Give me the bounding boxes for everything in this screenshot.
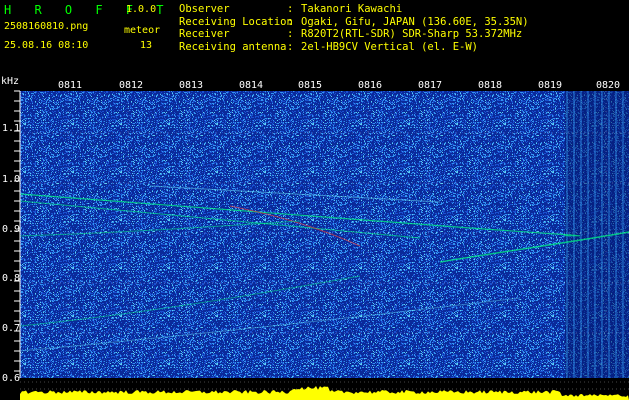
meteor-label: meteor — [124, 25, 161, 36]
station-info: Observer : Takanori Kawachi Receiving Lo… — [179, 3, 529, 53]
y-tick-label: 1.1 — [2, 123, 21, 134]
image-filename: 2508160810.png — [4, 21, 89, 32]
info-separator: : — [287, 15, 294, 28]
x-tick-label: 0819 — [538, 80, 563, 91]
x-tick-label: 0814 — [239, 80, 264, 91]
x-tick-label: 0811 — [58, 80, 83, 91]
y-tick-label: 0.9 — [2, 224, 21, 235]
vertical-stripe — [580, 91, 582, 378]
y-tick-label: 0.8 — [2, 273, 21, 284]
info-value: Takanori Kawachi — [301, 3, 403, 15]
vertical-stripe — [573, 91, 575, 378]
spectrogram-panel: kHz 1.1 1.0 0.9 0.8 0.7 0.6 0811 0812 08… — [0, 76, 629, 400]
info-value: Ogaki, Gifu, JAPAN (136.60E, 35.35N) — [301, 15, 529, 28]
x-tick-label: 0817 — [418, 80, 443, 91]
x-tick-label: 0812 — [119, 80, 144, 91]
info-key: Receiver — [179, 28, 230, 40]
info-row-antenna: Receiving antenna : 2el-HB9CV Vertical (… — [179, 41, 529, 54]
x-tick-label: 0813 — [179, 80, 204, 91]
vertical-stripe — [594, 91, 596, 378]
info-value: 2el-HB9CV Vertical (el. E-W) — [301, 40, 479, 53]
x-tick-label: 0816 — [358, 80, 383, 91]
y-tick-label: 0.6 — [2, 373, 21, 384]
amplitude-strip — [20, 386, 629, 400]
y-tick-label: 0.7 — [2, 323, 21, 334]
vertical-stripe — [601, 91, 603, 378]
vertical-stripe — [608, 91, 610, 378]
info-key: Receiving antenna — [179, 40, 287, 53]
observation-datetime: 25.08.16 08:10 — [4, 40, 89, 51]
spectrogram-svg — [14, 90, 629, 400]
info-separator: : — [287, 3, 294, 15]
y-tick-label: 1.0 — [2, 174, 21, 185]
noise-field — [20, 91, 629, 378]
x-tick-label: 0815 — [298, 80, 323, 91]
info-key: Observer — [179, 3, 230, 15]
x-tick-label: 0820 — [596, 80, 621, 91]
info-row-location: Receiving Location : Ogaki, Gifu, JAPAN … — [179, 16, 529, 29]
x-tick-label: 0818 — [478, 80, 503, 91]
y-axis-unit: kHz — [1, 76, 20, 87]
info-key: Receiving Location — [179, 15, 293, 28]
info-row-receiver: Receiver : R820T2(RTL-SDR) SDR-Sharp 53.… — [179, 28, 529, 41]
vertical-stripe — [587, 91, 589, 378]
info-separator: : — [287, 40, 294, 53]
header-panel: H R O F F T 1.0.0 2508160810.png meteor … — [0, 0, 629, 76]
info-value: R820T2(RTL-SDR) SDR-Sharp 53.372MHz — [301, 28, 523, 40]
vertical-stripe — [622, 91, 624, 378]
info-separator: : — [287, 28, 294, 40]
info-row-observer: Observer : Takanori Kawachi — [179, 3, 529, 16]
app-version: 1.0.0 — [126, 4, 157, 15]
meteor-count: 13 — [140, 40, 153, 51]
